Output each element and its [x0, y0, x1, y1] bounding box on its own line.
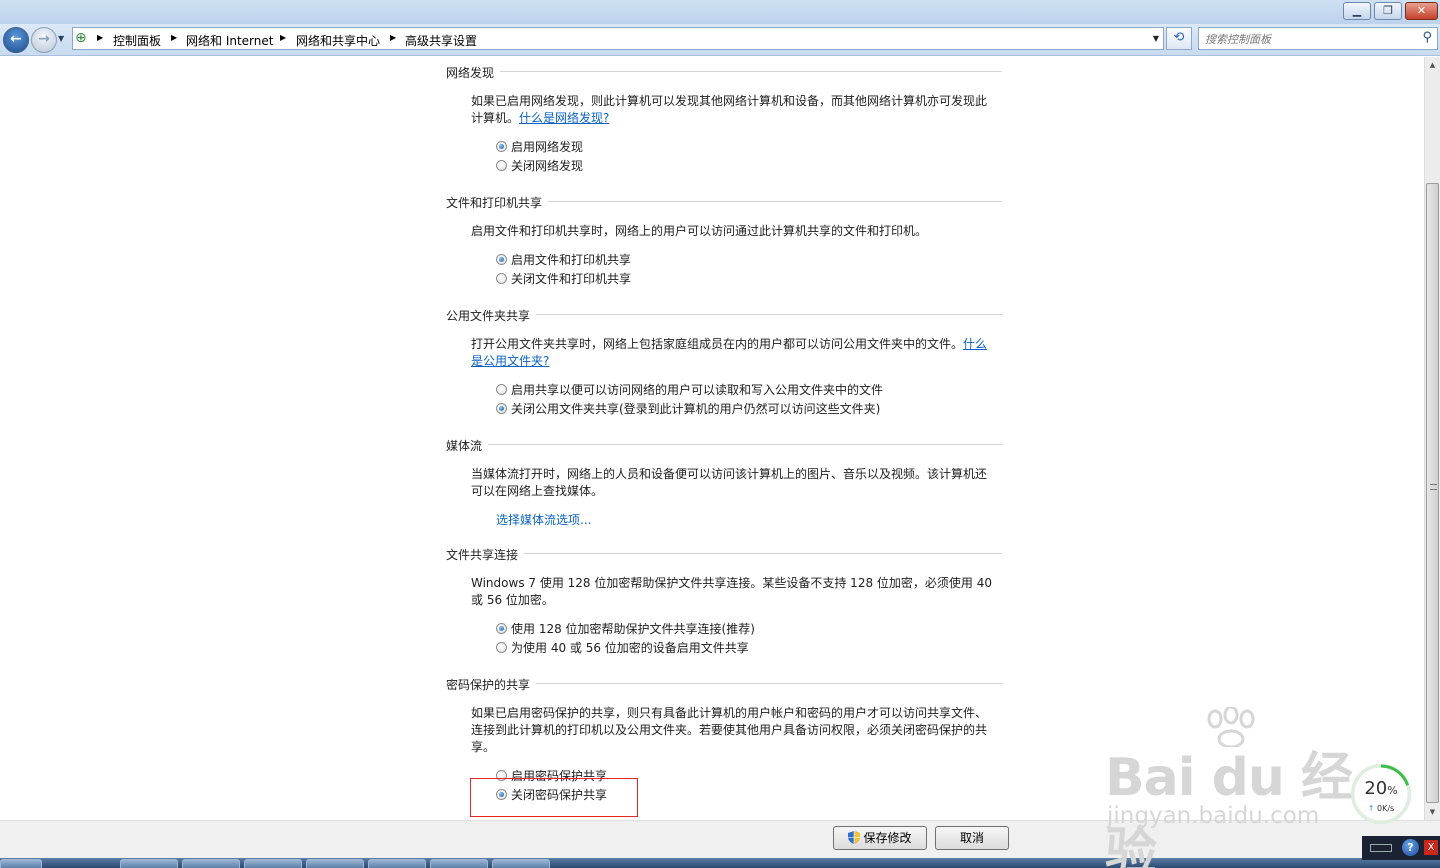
arrow-right-icon: → — [38, 31, 50, 47]
radio-enable-network-discovery[interactable]: 启用网络发现 — [496, 138, 583, 154]
chevron-right-icon[interactable]: ▶ — [171, 33, 177, 42]
window-title-bar: ▁ ❐ ✕ — [0, 0, 1440, 24]
minimize-button[interactable]: ▁ — [1343, 2, 1371, 20]
search-input[interactable] — [1205, 31, 1405, 47]
radio-unselected-icon[interactable] — [496, 160, 507, 171]
refresh-button[interactable]: ⟲ — [1166, 27, 1192, 50]
restore-button[interactable]: ❐ — [1374, 2, 1402, 20]
radio-enable-file-printer-sharing[interactable]: 启用文件和打印机共享 — [496, 251, 631, 267]
breadcrumb-network-sharing-center[interactable]: 网络和共享中心 — [296, 32, 380, 49]
taskbar-item[interactable] — [492, 859, 550, 868]
file-sharing-connections-description: Windows 7 使用 128 位加密帮助保护文件共享连接。某些设备不支持 1… — [471, 576, 992, 607]
taskbar-item[interactable] — [182, 859, 240, 868]
search-icon[interactable]: ⚲ — [1422, 30, 1432, 45]
radio-selected-icon[interactable] — [496, 254, 507, 265]
network-icon: ⊕ — [75, 30, 87, 46]
radio-selected-icon[interactable] — [496, 403, 507, 414]
radio-disable-file-printer-sharing[interactable]: 关闭文件和打印机共享 — [496, 270, 631, 286]
refresh-icon: ⟲ — [1173, 30, 1185, 45]
taskbar-item[interactable] — [306, 859, 364, 868]
close-button[interactable]: ✕ — [1405, 2, 1438, 20]
grip-icon — [1430, 484, 1437, 490]
radio-selected-icon[interactable] — [496, 141, 507, 152]
watermark-logo-text: Bai du 经验 — [1105, 748, 1353, 868]
address-dropdown-icon[interactable]: ▼ — [1153, 34, 1159, 43]
public-folder-sharing-description: 打开公用文件夹共享时，网络上包括家庭组成员在内的用户都可以访问公用文件夹中的文件… — [471, 337, 988, 368]
radio-selected-icon[interactable] — [496, 623, 507, 634]
system-tray: ? X — [1362, 836, 1440, 860]
upload-arrow-icon: ↑ — [1367, 804, 1375, 813]
section-heading-public-folder-sharing: 公用文件夹共享 — [446, 307, 1002, 323]
chevron-right-icon[interactable]: ▶ — [97, 33, 103, 42]
restore-icon: ❐ — [1383, 4, 1393, 17]
network-discovery-description: 如果已启用网络发现，则此计算机可以发现其他网络计算机和设备，而其他网络计算机亦可… — [471, 94, 988, 125]
breadcrumb-advanced-sharing[interactable]: 高级共享设置 — [405, 32, 477, 49]
save-changes-button[interactable]: 保存修改 — [833, 826, 927, 850]
baidu-jingyan-watermark: Bai du 经验 jingyan.baidu.com — [1105, 705, 1370, 868]
keyboard-icon[interactable] — [1370, 844, 1392, 852]
tray-close-icon[interactable]: X — [1424, 840, 1438, 855]
section-heading-file-sharing-connections: 文件共享连接 — [446, 546, 1002, 562]
taskbar-item[interactable] — [368, 859, 426, 868]
network-speed-widget[interactable]: 20% ↑ 0K/s — [1351, 764, 1411, 824]
password-protected-sharing-description: 如果已启用密码保护的共享，则只有具备此计算机的用户帐户和密码的用户才可以访问共享… — [471, 706, 988, 754]
start-button[interactable] — [0, 859, 42, 868]
search-box[interactable]: ⚲ — [1198, 27, 1438, 50]
taskbar-item[interactable] — [430, 859, 488, 868]
radio-40-56-bit-encryption[interactable]: 为使用 40 或 56 位加密的设备启用文件共享 — [496, 639, 749, 655]
section-heading-password-protected-sharing: 密码保护的共享 — [446, 676, 1002, 692]
what-is-public-folder-link-continued[interactable]: 是公用文件夹? — [471, 354, 549, 368]
what-is-network-discovery-link[interactable]: 什么是网络发现? — [519, 111, 609, 125]
cancel-button[interactable]: 取消 — [935, 826, 1009, 850]
back-button[interactable]: ← — [3, 27, 29, 53]
navigation-bar: ← → ▼ ⊕ ▶ 控制面板 ▶ 网络和 Internet ▶ 网络和共享中心 … — [0, 24, 1440, 56]
section-heading-file-printer-sharing: 文件和打印机共享 — [446, 194, 1002, 210]
speed-percent: 20% — [1364, 778, 1398, 799]
scroll-down-icon[interactable]: ▼ — [1425, 804, 1440, 820]
watermark-url: jingyan.baidu.com — [1107, 803, 1320, 829]
media-streaming-description: 当媒体流打开时，网络上的人员和设备便可以访问该计算机上的图片、音乐以及视频。该计… — [471, 467, 988, 498]
breadcrumb-network-internet[interactable]: 网络和 Internet — [186, 32, 273, 49]
vertical-scrollbar[interactable]: ▲ ▼ — [1424, 57, 1440, 820]
history-dropdown-icon[interactable]: ▼ — [58, 34, 64, 43]
chevron-right-icon[interactable]: ▶ — [390, 33, 396, 42]
radio-unselected-icon[interactable] — [496, 384, 507, 395]
address-bar[interactable]: ⊕ ▶ 控制面板 ▶ 网络和 Internet ▶ 网络和共享中心 ▶ 高级共享… — [72, 27, 1164, 50]
arrow-left-icon: ← — [10, 31, 22, 47]
taskbar-item[interactable] — [120, 859, 178, 868]
help-icon[interactable]: ? — [1402, 839, 1419, 856]
radio-enable-public-folder-sharing[interactable]: 启用共享以便可以访问网络的用户可以读取和写入公用文件夹中的文件 — [496, 381, 883, 397]
forward-button[interactable]: → — [31, 27, 57, 53]
minimize-icon: ▁ — [1352, 4, 1362, 17]
scroll-up-icon[interactable]: ▲ — [1425, 57, 1440, 73]
highlight-annotation-box — [470, 778, 638, 817]
breadcrumb-control-panel[interactable]: 控制面板 — [113, 32, 161, 49]
what-is-public-folder-link[interactable]: 什么 — [963, 337, 987, 351]
choose-media-streaming-options-link[interactable]: 选择媒体流选项... — [496, 511, 591, 528]
uac-shield-icon — [848, 831, 861, 844]
chevron-right-icon[interactable]: ▶ — [280, 33, 286, 42]
section-heading-network-discovery: 网络发现 — [446, 64, 1002, 80]
radio-128-bit-encryption[interactable]: 使用 128 位加密帮助保护文件共享连接(推荐) — [496, 620, 755, 636]
file-printer-sharing-description: 启用文件和打印机共享时，网络上的用户可以访问通过此计算机共享的文件和打印机。 — [471, 224, 928, 238]
speed-rate: ↑ 0K/s — [1367, 804, 1395, 813]
close-icon: ✕ — [1416, 4, 1427, 17]
scrollbar-thumb[interactable] — [1426, 183, 1439, 803]
radio-disable-network-discovery[interactable]: 关闭网络发现 — [496, 157, 583, 173]
section-heading-media-streaming: 媒体流 — [446, 437, 1002, 453]
radio-unselected-icon[interactable] — [496, 642, 507, 653]
radio-disable-public-folder-sharing[interactable]: 关闭公用文件夹共享(登录到此计算机的用户仍然可以访问这些文件夹) — [496, 400, 880, 416]
radio-unselected-icon[interactable] — [496, 273, 507, 284]
taskbar-item[interactable] — [244, 859, 302, 868]
